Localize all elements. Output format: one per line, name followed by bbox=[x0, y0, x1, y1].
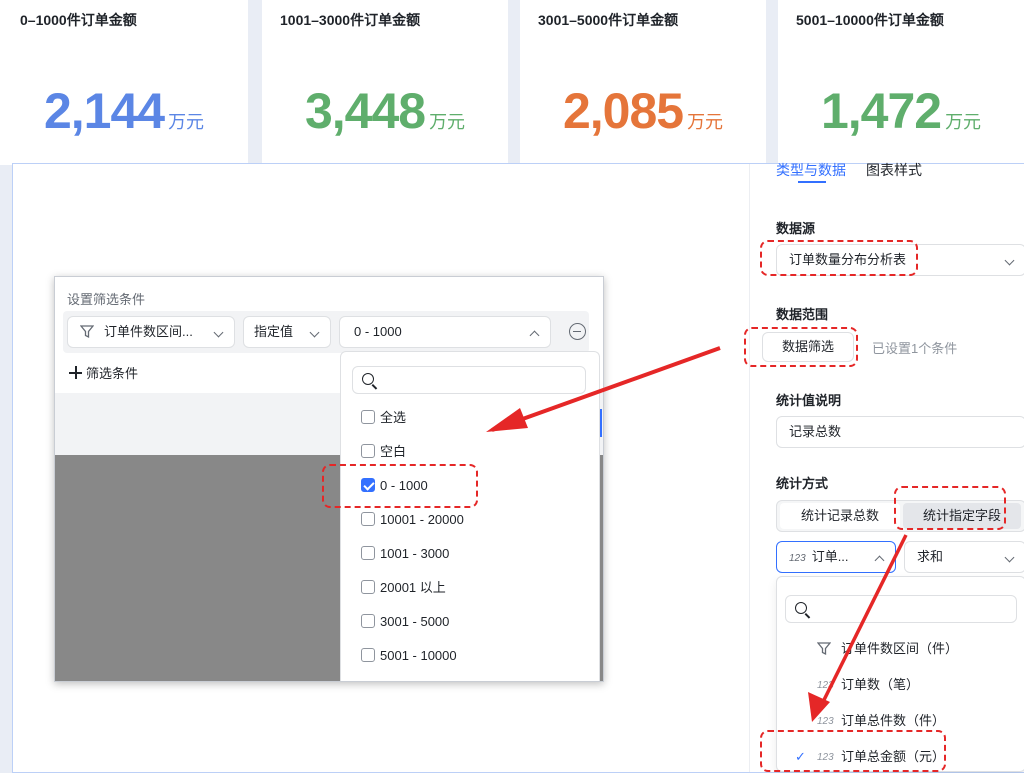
chevron-up-icon bbox=[529, 330, 540, 341]
stat-field-value: 订单... bbox=[811, 549, 849, 564]
value-option-blank[interactable]: 空白 bbox=[361, 442, 406, 462]
kpi-card-2: 1001–3000件订单金额 3,448 万元 bbox=[262, 0, 508, 165]
value-option-label: 3001 - 5000 bbox=[380, 614, 450, 629]
checkbox[interactable] bbox=[361, 444, 375, 458]
filter-operator-value: 指定值 bbox=[254, 324, 294, 339]
filter-field-value: 订单件数区间... bbox=[104, 324, 193, 339]
value-option-label: 20001 以上 bbox=[380, 580, 446, 595]
annotation-box-total-amount bbox=[760, 730, 946, 772]
kpi-unit: 万元 bbox=[945, 112, 982, 132]
value-option[interactable]: 5001 - 10000 bbox=[361, 646, 457, 666]
value-option[interactable]: 10001 - 20000 bbox=[361, 510, 464, 530]
kpi-title: 3001–5000件订单金额 bbox=[538, 12, 679, 28]
kpi-unit: 万元 bbox=[168, 112, 205, 132]
filter-field-icon bbox=[817, 642, 831, 656]
chevron-up-icon bbox=[874, 555, 885, 566]
value-search-input[interactable] bbox=[352, 366, 586, 394]
field-option-label: 订单件数区间（件） bbox=[841, 641, 959, 656]
filter-status: 已设置1个条件 bbox=[872, 341, 958, 356]
aggregation-select[interactable]: 求和 bbox=[904, 541, 1024, 573]
checkbox[interactable] bbox=[361, 546, 375, 560]
kpi-value: 1,472 bbox=[820, 83, 942, 139]
remove-condition-icon[interactable] bbox=[569, 323, 586, 340]
kpi-unit: 万元 bbox=[429, 112, 466, 132]
stat-field-select[interactable]: 123 订单... bbox=[776, 541, 896, 573]
stat-desc-input[interactable]: 记录总数 bbox=[776, 416, 1024, 448]
filter-value-select[interactable]: 0 - 1000 bbox=[339, 316, 551, 348]
tab-chart-style[interactable]: 图表样式 bbox=[866, 160, 922, 180]
annotation-box-selected-value bbox=[322, 464, 478, 508]
kpi-card-4: 5001–10000件订单金额 1,472 万元 bbox=[778, 0, 1024, 165]
filter-condition-row: 订单件数区间... 指定值 0 - 1000 bbox=[63, 311, 589, 353]
value-option[interactable]: 3001 - 5000 bbox=[361, 612, 449, 632]
checkbox[interactable] bbox=[361, 614, 375, 628]
kpi-value: 3,448 bbox=[304, 83, 426, 139]
tab-underline bbox=[798, 181, 826, 183]
kpi-title: 0–1000件订单金额 bbox=[20, 12, 137, 28]
field-option[interactable]: 123 订单数（笔） bbox=[777, 669, 1024, 701]
kpi-value: 2,085 bbox=[562, 83, 684, 139]
filter-operator-select[interactable]: 指定值 bbox=[243, 316, 331, 348]
stat-method-count-records[interactable]: 统计记录总数 bbox=[780, 503, 900, 529]
chevron-down-icon bbox=[1004, 552, 1015, 563]
chevron-down-icon bbox=[309, 327, 320, 338]
aggregation-value: 求和 bbox=[917, 549, 944, 564]
filter-dialog-title: 设置筛选条件 bbox=[67, 292, 146, 307]
tab-type-data[interactable]: 类型与数据 bbox=[776, 160, 846, 180]
data-range-label: 数据范围 bbox=[776, 307, 829, 322]
stat-desc-value: 记录总数 bbox=[789, 424, 842, 439]
field-option-label: 订单数（笔） bbox=[841, 677, 920, 692]
number-field-icon: 123 bbox=[789, 553, 806, 564]
checkbox[interactable] bbox=[361, 648, 375, 662]
data-source-label: 数据源 bbox=[776, 221, 816, 236]
stat-method-label: 统计方式 bbox=[776, 476, 829, 491]
annotation-box-data-source bbox=[760, 240, 918, 276]
search-icon bbox=[362, 373, 374, 385]
filter-field-icon bbox=[80, 325, 94, 339]
filter-value: 0 - 1000 bbox=[354, 324, 402, 339]
value-option-select-all[interactable]: 全选 bbox=[361, 408, 406, 428]
field-option[interactable]: 订单件数区间（件） bbox=[777, 633, 1024, 665]
kpi-unit: 万元 bbox=[687, 112, 724, 132]
kpi-card-1: 0–1000件订单金额 2,144 万元 bbox=[0, 0, 248, 165]
chevron-down-icon bbox=[213, 327, 224, 338]
value-option-label: 10001 - 20000 bbox=[380, 512, 464, 527]
value-option[interactable]: 20001 以上 bbox=[361, 578, 446, 598]
kpi-title: 1001–3000件订单金额 bbox=[280, 12, 421, 28]
chevron-down-icon bbox=[1004, 255, 1015, 266]
value-option-label: 1001 - 3000 bbox=[380, 546, 450, 561]
value-option-label: 空白 bbox=[380, 444, 407, 459]
kpi-value: 2,144 bbox=[43, 83, 165, 139]
annotation-box-data-filter bbox=[744, 327, 858, 367]
value-option-label: 5001 - 10000 bbox=[380, 648, 457, 663]
add-condition-button[interactable]: 筛选条件 bbox=[69, 363, 138, 382]
checkbox[interactable] bbox=[361, 410, 375, 424]
kpi-title: 5001–10000件订单金额 bbox=[796, 12, 944, 28]
checkbox[interactable] bbox=[361, 580, 375, 594]
stat-desc-label: 统计值说明 bbox=[776, 393, 842, 408]
filter-value-dropdown: 全选 空白 0 - 1000 10001 - 20000 1001 - 3000… bbox=[340, 351, 600, 681]
number-field-icon: 123 bbox=[817, 680, 834, 691]
checkbox[interactable] bbox=[361, 512, 375, 526]
field-search-input[interactable] bbox=[785, 595, 1017, 623]
plus-icon bbox=[69, 366, 82, 379]
value-option-label: 全选 bbox=[380, 410, 407, 425]
annotation-box-stat-field bbox=[894, 486, 1006, 530]
value-option[interactable]: 1001 - 3000 bbox=[361, 544, 449, 564]
filter-field-select[interactable]: 订单件数区间... bbox=[67, 316, 235, 348]
add-condition-label: 筛选条件 bbox=[86, 366, 139, 381]
kpi-card-3: 3001–5000件订单金额 2,085 万元 bbox=[520, 0, 766, 165]
search-icon bbox=[795, 602, 807, 614]
kpi-row: 0–1000件订单金额 2,144 万元 1001–3000件订单金额 3,448… bbox=[0, 0, 1024, 165]
